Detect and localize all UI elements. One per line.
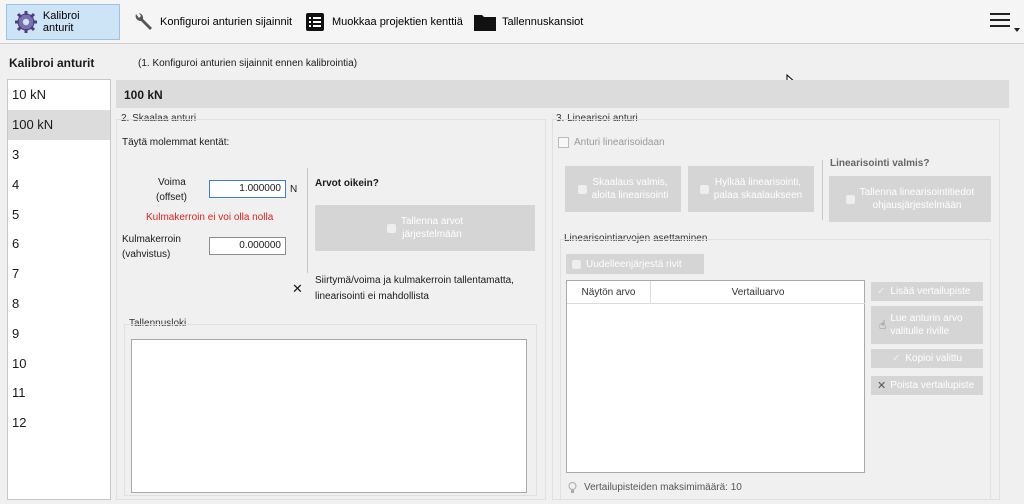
save-values-label-1: Tallenna arvot	[400, 216, 464, 227]
sensor-item[interactable]: 10 kN	[8, 80, 110, 110]
save-values-button[interactable]: Tallenna arvot järjestelmään	[315, 205, 535, 251]
max-points-info: Vertailupisteiden maksimimäärä: 10	[584, 482, 742, 493]
lightbulb-icon	[568, 482, 577, 497]
toolbar: Kalibroi anturit Konfiguroi anturien sij…	[0, 0, 1024, 44]
gain-error-message: Kulmakerroin ei voi olla nolla	[146, 212, 274, 223]
sensor-item[interactable]: 9	[8, 318, 110, 348]
reject-label-1: Hylkää linearisointi,	[714, 177, 802, 188]
gain-label-sub: (vahvistus)	[122, 249, 171, 260]
save-icon	[386, 223, 396, 233]
scale-divider	[307, 168, 308, 273]
copy-selected-button[interactable]: ✓ Kopioi valittu	[871, 349, 983, 368]
column-header-sample[interactable]: Näytön arvo	[567, 281, 651, 304]
log-textarea[interactable]	[131, 339, 527, 493]
scale-done-label-2: aloita linearisointi	[591, 190, 669, 201]
toolbar-configure-label: Konfiguroi anturien sijainnit	[160, 16, 293, 28]
check-icon: ✓	[891, 353, 901, 364]
linearization-ready-question: Linearisointi valmis?	[830, 158, 930, 169]
page-title: Kalibroi anturit	[9, 56, 95, 70]
offset-input[interactable]: 1.000000	[209, 180, 286, 198]
sensor-list: 10 kN 100 kN 3 4 5 6 7 8 9 10 11 12	[7, 79, 111, 500]
save-icon	[845, 194, 855, 204]
play-icon	[577, 184, 587, 194]
scale-done-button[interactable]: Skaalaus valmis, aloita linearisointi	[565, 166, 681, 212]
copy-selected-label: Kopioi valittu	[905, 353, 963, 364]
toolbar-folders-label: Tallennuskansiot	[502, 16, 584, 28]
page-hint: (1. Konfiguroi anturien sijainnit ennen …	[138, 58, 358, 69]
sensor-item[interactable]: 7	[8, 259, 110, 289]
linearize-divider	[822, 160, 823, 220]
read-sensor-label-1: Lue anturin arvo	[890, 313, 963, 324]
sensor-item[interactable]: 12	[8, 408, 110, 438]
toolbar-calibrate-label: Kalibroi anturit	[42, 10, 80, 34]
status-text-2: linearisointi ei mahdollista	[315, 291, 429, 302]
scale-instruction: Täytä molemmat kentät:	[122, 137, 230, 148]
linearize-checkbox-label: Anturi linearisoidaan	[574, 137, 665, 148]
reject-icon	[699, 184, 709, 194]
selected-sensor-header: 100 kN	[116, 80, 1009, 108]
check-icon: ✓	[877, 286, 886, 297]
offset-label-sub: (offset)	[156, 192, 187, 203]
toolbar-calibrate-button[interactable]: Kalibroi anturit	[6, 4, 120, 40]
hamburger-menu-icon[interactable]	[990, 13, 1010, 31]
reorder-icon	[572, 259, 581, 269]
linearize-checkbox[interactable]	[558, 137, 569, 148]
save-linearization-label-2: ohjausjärjestelmään	[872, 200, 962, 211]
gain-label: Kulmakerroin	[122, 234, 181, 245]
save-linearization-label-1: Tallenna linearisointitiedot	[859, 187, 975, 198]
read-sensor-value-button[interactable]: ☝ Lue anturin arvo valitulle riville	[871, 306, 983, 344]
toolbar-folders-button[interactable]: Tallennuskansiot	[466, 4, 589, 40]
sensor-item[interactable]: 6	[8, 229, 110, 259]
reorder-rows-label: Uudelleenjärjestä rivit	[586, 258, 682, 270]
toolbar-fields-button[interactable]: Muokkaa projektien kenttiä	[296, 4, 469, 40]
column-header-reference[interactable]: Vertailuarvo	[651, 281, 865, 304]
gears-icon	[13, 9, 39, 35]
reject-linearization-button[interactable]: Hylkää linearisointi, palaa skaalaukseen	[688, 166, 814, 212]
close-icon: ✕	[877, 380, 887, 392]
add-reference-point-label: Lisää vertailupiste	[890, 286, 971, 297]
list-icon	[302, 9, 328, 35]
sensor-item[interactable]: 10	[8, 348, 110, 378]
sensor-item[interactable]: 5	[8, 199, 110, 229]
remove-reference-point-button[interactable]: ✕ Poista vertailupiste	[871, 376, 983, 395]
values-correct-question: Arvot oikein?	[315, 178, 379, 189]
read-sensor-label-2: valitulle riville	[890, 326, 950, 337]
save-values-label-2: järjestelmään	[402, 229, 462, 240]
toolbar-configure-button[interactable]: Konfiguroi anturien sijainnit	[124, 4, 298, 40]
sensor-item[interactable]: 11	[8, 378, 110, 408]
sensor-item[interactable]: 3	[8, 140, 110, 170]
scale-done-label-1: Skaalaus valmis,	[592, 177, 668, 188]
title-row: Kalibroi anturit (1. Konfiguroi anturien…	[0, 44, 1024, 78]
wrench-icon	[130, 9, 156, 35]
gain-input[interactable]: 0.000000	[209, 237, 286, 255]
reorder-rows-button[interactable]: Uudelleenjärjestä rivit	[566, 254, 704, 274]
cross-icon: ✕	[292, 281, 303, 296]
add-reference-point-button[interactable]: ✓ Lisää vertailupiste	[871, 282, 983, 301]
status-text-1: Siirtymä/voima ja kulmakerroin tallentam…	[315, 275, 514, 286]
remove-reference-point-label: Poista vertailupiste	[890, 380, 975, 391]
reject-label-2: palaa skaalaukseen	[713, 190, 803, 201]
menu-dropdown-arrow-icon[interactable]	[1014, 28, 1020, 32]
reference-points-table[interactable]: Näytön arvo Vertailuarvo	[566, 280, 865, 473]
sensor-item-selected[interactable]: 100 kN	[8, 109, 110, 140]
offset-unit: N	[290, 184, 298, 195]
toolbar-fields-label: Muokkaa projektien kenttiä	[332, 16, 463, 28]
hand-pointer-icon: ☝	[879, 317, 887, 332]
sensor-item[interactable]: 8	[8, 289, 110, 319]
sensor-item[interactable]: 4	[8, 169, 110, 199]
save-linearization-button[interactable]: Tallenna linearisointitiedot ohjausjärjes…	[829, 176, 991, 222]
offset-label: Voima	[158, 177, 186, 188]
folder-icon	[472, 9, 498, 35]
